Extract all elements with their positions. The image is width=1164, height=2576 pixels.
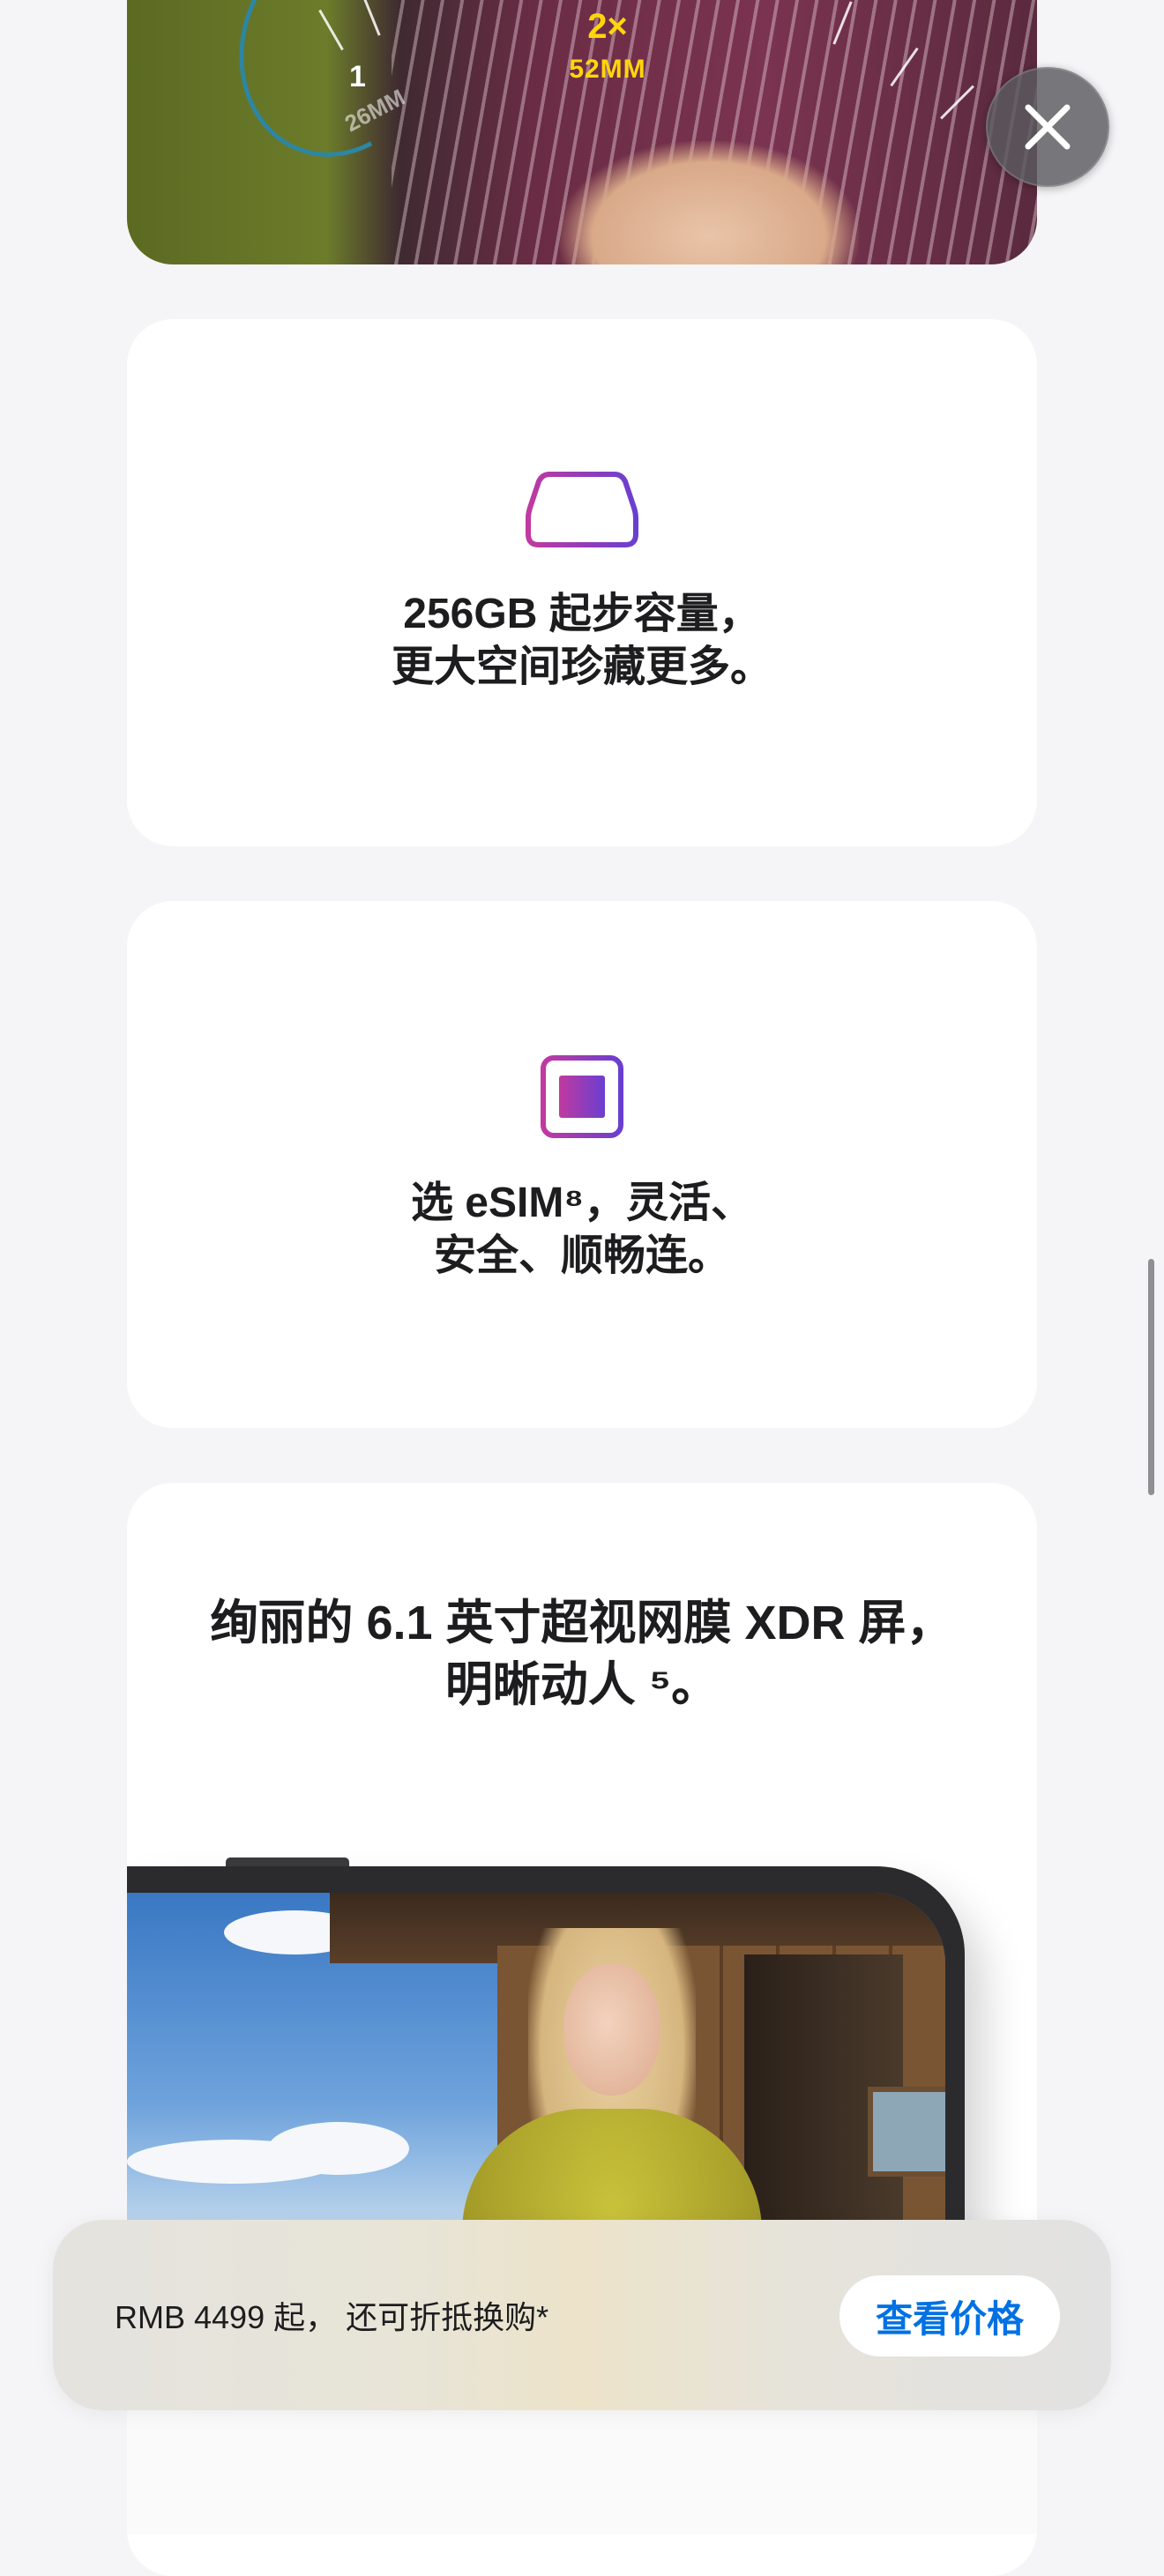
esim-line-2: 安全、顺畅连。: [433, 1232, 730, 1279]
view-price-button[interactable]: 查看价格: [839, 2275, 1060, 2356]
next-card-peek: [127, 2410, 1037, 2534]
price-text: RMB 4499 起， 还可折抵换购*: [115, 2299, 549, 2335]
display-line-2: 明晰动人 ⁵。: [444, 1658, 720, 1711]
storage-line-2: 更大空间珍藏更多。: [391, 644, 772, 690]
close-button[interactable]: [986, 67, 1109, 187]
cloud: [268, 2122, 409, 2175]
close-icon: [1025, 104, 1071, 150]
zoom-52mm-label: 52MM: [569, 55, 646, 84]
esim-chip-icon: [538, 1053, 626, 1145]
display-line-1: 绚丽的 6.1 英寸超视网膜 XDR 屏，: [210, 1597, 954, 1649]
display-feature-text: 绚丽的 6.1 英寸超视网膜 XDR 屏， 明晰动人 ⁵。: [210, 1592, 953, 1716]
price-bar: RMB 4499 起， 还可折抵换购* 查看价格: [53, 2220, 1111, 2410]
esim-feature-card: 选 eSIM⁸，灵活、 安全、顺畅连。: [127, 901, 1037, 1428]
zoom-1x-label: 1: [349, 60, 366, 93]
storage-feature-text: 256GB 起步容量， 更大空间珍藏更多。: [392, 588, 772, 694]
storage-feature-card: 256GB 起步容量， 更大空间珍藏更多。: [127, 319, 1037, 846]
storage-drive-icon: [525, 467, 639, 556]
camera-photo-card: 2× 52MM 1 26MM: [127, 0, 1037, 264]
scrollbar[interactable]: [1148, 1259, 1154, 1495]
storage-line-1: 256GB 起步容量，: [403, 591, 761, 637]
esim-line-1: 选 eSIM⁸，灵活、: [410, 1180, 754, 1226]
hand: [559, 141, 859, 264]
person-face: [563, 1963, 660, 2096]
window: [868, 2087, 945, 2177]
esim-feature-text: 选 eSIM⁸，灵活、 安全、顺畅连。: [411, 1177, 753, 1283]
zoom-2x-label: 2×: [587, 7, 628, 46]
phone-side-button: [226, 1858, 349, 1866]
